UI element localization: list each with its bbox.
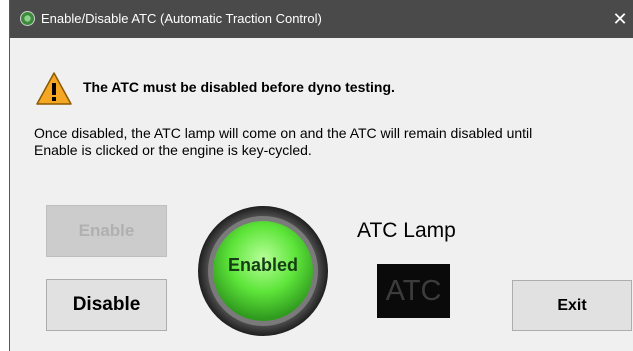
warning-message: The ATC must be disabled before dyno tes… xyxy=(83,79,395,95)
dialog-window: Enable/Disable ATC (Automatic Traction C… xyxy=(9,0,633,351)
exit-button[interactable]: Exit xyxy=(512,280,632,331)
disable-button[interactable]: Disable xyxy=(46,279,167,331)
enable-button[interactable]: Enable xyxy=(46,205,167,257)
status-indicator-label: Enabled xyxy=(227,255,298,275)
window-title: Enable/Disable ATC (Automatic Traction C… xyxy=(41,11,322,26)
close-button[interactable]: ✕ xyxy=(607,0,633,38)
description-line-1: Once disabled, the ATC lamp will come on… xyxy=(34,125,533,141)
description-line-2: Enable is clicked or the engine is key-c… xyxy=(34,142,312,158)
title-bar[interactable]: Enable/Disable ATC (Automatic Traction C… xyxy=(10,0,633,38)
atc-lamp-title: ATC Lamp xyxy=(357,219,456,242)
app-icon xyxy=(20,11,35,26)
atc-lamp: ATC xyxy=(377,264,450,318)
warning-triangle-icon xyxy=(36,72,72,105)
description-text: Once disabled, the ATC lamp will come on… xyxy=(34,125,624,159)
